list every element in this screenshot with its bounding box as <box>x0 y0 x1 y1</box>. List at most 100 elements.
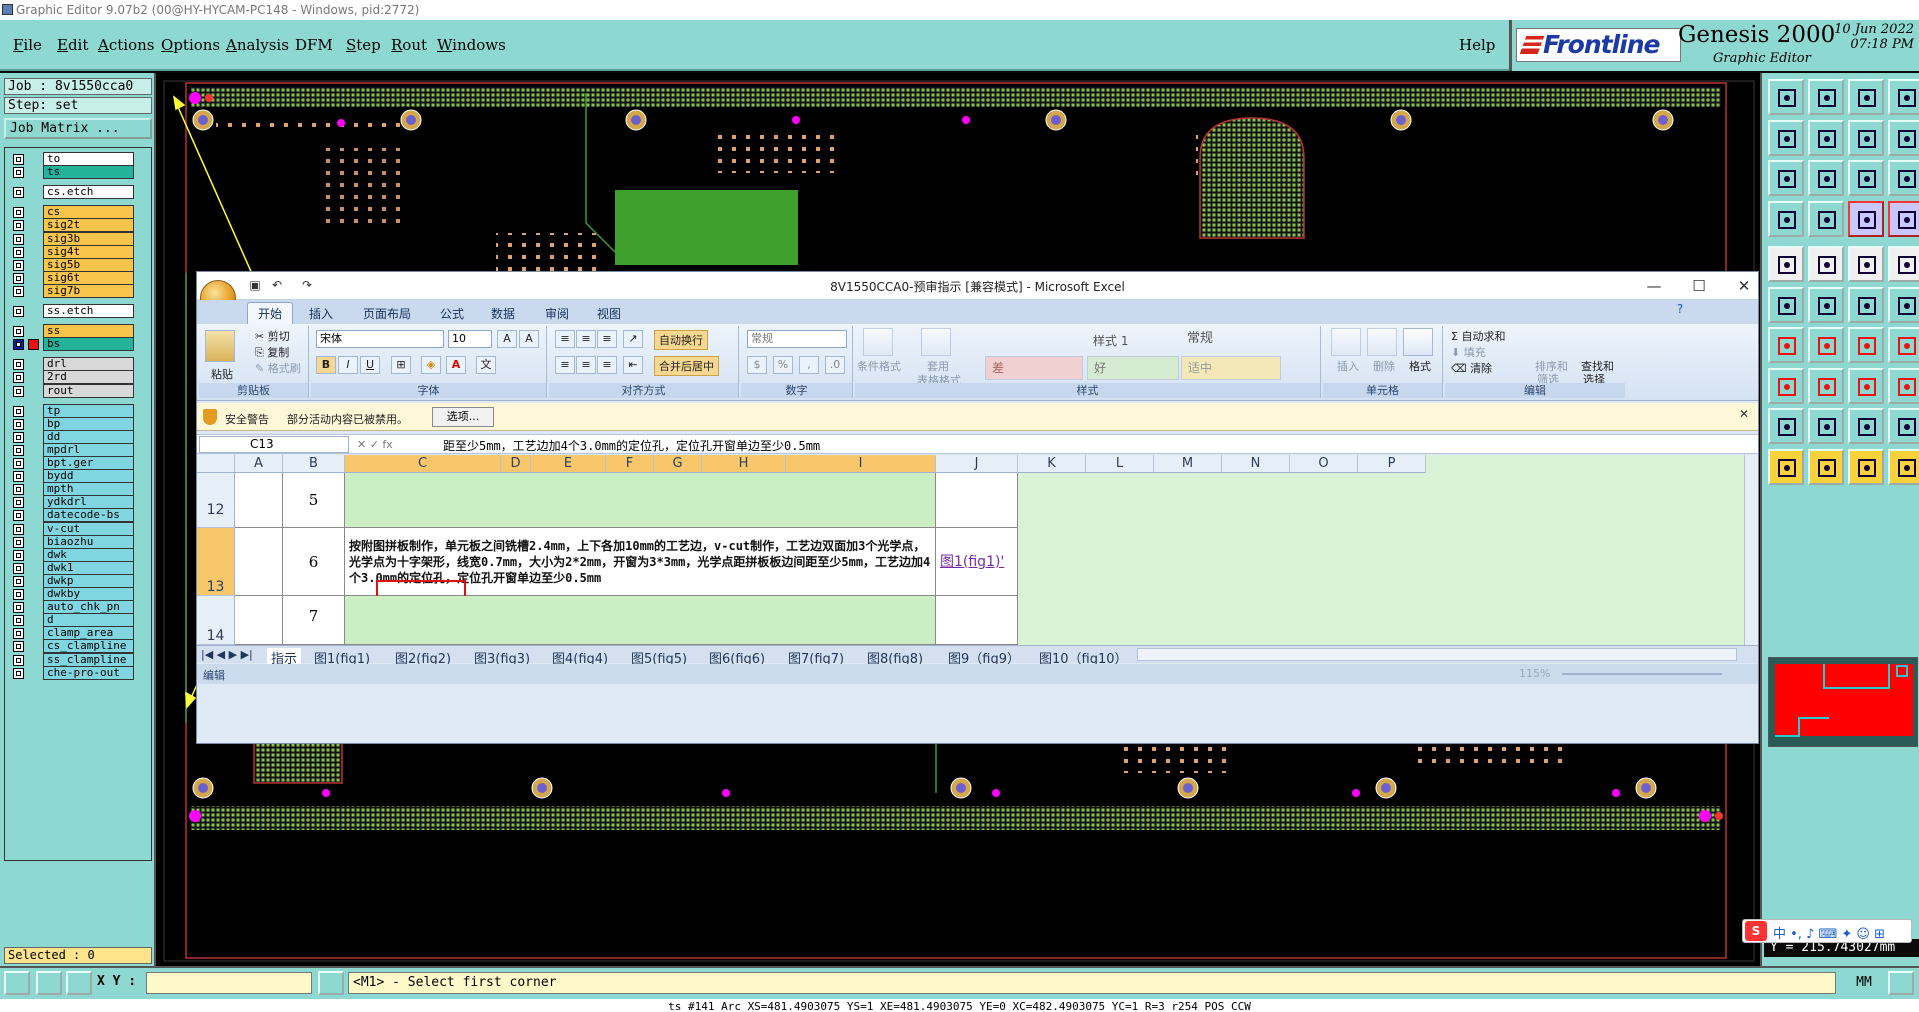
delete-cells-label[interactable]: 删除 <box>1373 358 1395 374</box>
layer-checkbox[interactable] <box>13 575 24 587</box>
style-normal[interactable]: 常规 <box>1181 328 1281 352</box>
align-center-icon[interactable]: ≡ <box>576 356 596 374</box>
measure-icon[interactable] <box>36 971 62 995</box>
tab-data[interactable]: 数据 <box>491 305 515 322</box>
layer-name[interactable]: dwkp <box>43 573 134 588</box>
table-cell[interactable] <box>345 473 936 528</box>
job-matrix-button[interactable]: Job Matrix ... <box>4 118 152 139</box>
layer-checkbox[interactable] <box>13 549 24 561</box>
spreadsheet-grid[interactable]: A B C D E F G H I J K L M N O P 12 5 13 … <box>197 455 1744 645</box>
decimal-icon[interactable]: .0 <box>825 356 845 374</box>
layer-name[interactable]: cs_clampline <box>43 639 134 654</box>
layer-checkbox[interactable] <box>13 444 24 456</box>
help-icon[interactable]: ? <box>1670 302 1690 316</box>
align-top-icon[interactable]: ≡ <box>555 330 575 348</box>
fit-icon[interactable] <box>1848 119 1884 156</box>
align-right-icon[interactable]: ≡ <box>597 356 617 374</box>
layer-checkbox[interactable] <box>13 458 24 469</box>
style-blank[interactable] <box>985 330 1083 354</box>
layer-checkbox[interactable] <box>13 359 24 371</box>
layer-name[interactable]: bs <box>43 337 134 352</box>
layer-checkbox[interactable] <box>13 207 24 219</box>
column-header[interactable]: N <box>1222 455 1290 473</box>
excel-window[interactable]: 8V1550CCA0-预审指示 [兼容模式] - Microsoft Excel… <box>196 271 1759 744</box>
layer-checkbox[interactable] <box>13 306 24 317</box>
currency-icon[interactable]: $ <box>747 356 767 374</box>
clear-button[interactable]: ⌫ 清除 <box>1451 360 1492 376</box>
insert-cells-icon[interactable] <box>1331 328 1361 356</box>
layer-checkbox[interactable] <box>13 167 24 179</box>
route-icon[interactable] <box>1848 286 1884 323</box>
conditional-format-icon[interactable] <box>863 328 893 356</box>
layer-row[interactable]: dwkby <box>7 587 151 601</box>
style-bad[interactable]: 差 <box>985 356 1083 380</box>
layer-row[interactable]: tp <box>7 403 151 418</box>
row-header[interactable]: 12 <box>197 473 235 528</box>
undo-icon[interactable]: ↶ <box>267 278 287 292</box>
line-icon[interactable] <box>1768 327 1804 363</box>
units-toggle[interactable]: MM <box>1843 972 1885 994</box>
menu-analysis[interactable]: Analysis <box>226 36 289 54</box>
layer-name[interactable]: dd <box>43 429 134 444</box>
layer-name[interactable]: sig4t <box>43 244 134 259</box>
layer-checkbox[interactable] <box>13 233 24 245</box>
menu-rout[interactable]: Rout <box>391 36 427 54</box>
column-header[interactable]: I <box>786 455 936 473</box>
circle-icon[interactable] <box>1768 246 1804 282</box>
grow-font-button[interactable]: A <box>497 330 517 348</box>
layer-checkbox[interactable] <box>13 562 24 574</box>
table-cell[interactable]: 6 <box>283 528 345 596</box>
rotate-icon[interactable] <box>1848 327 1884 363</box>
fill-button[interactable]: ⬇ 填充 <box>1451 344 1486 360</box>
layer-checkbox[interactable] <box>13 326 24 338</box>
layer-row[interactable]: mpth <box>7 482 151 497</box>
layer-checkbox[interactable] <box>13 431 24 443</box>
close-button[interactable]: ✕ <box>1734 277 1754 295</box>
font-size-select[interactable]: 10 <box>448 330 492 348</box>
shrink-font-button[interactable]: A <box>519 330 539 348</box>
layer-name[interactable]: ss.etch <box>43 304 134 318</box>
layer-row[interactable]: d <box>7 613 151 628</box>
select-all-corner[interactable] <box>197 455 235 473</box>
layer-name[interactable]: mpth <box>43 482 134 497</box>
redraw-icon[interactable] <box>1888 119 1919 156</box>
layer-row[interactable]: dwk1 <box>7 560 151 575</box>
menu-actions[interactable]: Actions <box>98 36 154 54</box>
bold-button[interactable]: B <box>316 356 336 374</box>
number-format-select[interactable]: 常规 <box>747 330 847 348</box>
segment-icon[interactable] <box>1808 367 1844 404</box>
layer-name[interactable]: d <box>43 613 134 628</box>
dot-icon[interactable] <box>1888 246 1919 282</box>
layer-checkbox[interactable] <box>13 272 24 284</box>
paste-icon[interactable] <box>205 330 235 362</box>
tri-b-icon[interactable] <box>1808 408 1844 444</box>
layer-checkbox[interactable] <box>13 246 24 258</box>
tri-a-icon[interactable] <box>1768 408 1804 444</box>
orientation-icon[interactable]: ↗ <box>623 330 643 348</box>
connect-icon[interactable] <box>1888 286 1919 323</box>
maximize-button[interactable]: ☐ <box>1689 277 1709 295</box>
hyperlink-cell[interactable]: 图1(fig1)' <box>936 528 1018 596</box>
tab-review[interactable]: 审阅 <box>545 305 569 322</box>
insert-cells-label[interactable]: 插入 <box>1337 358 1359 374</box>
layer-name[interactable]: bydd <box>43 469 134 484</box>
fill-color-icon[interactable]: ◈ <box>421 356 441 374</box>
menu-file[interactable]: File <box>13 36 42 54</box>
layer-row[interactable]: bydd <box>7 469 151 484</box>
filter-icon[interactable] <box>1808 200 1844 237</box>
layer-checkbox[interactable] <box>13 339 24 351</box>
layer-name[interactable]: ss_clampline <box>43 652 134 667</box>
pointer-multi-icon[interactable] <box>1888 448 1919 485</box>
zoom-out-icon[interactable] <box>1808 79 1844 115</box>
font-name-select[interactable]: 宋体 <box>316 330 444 348</box>
layer-row[interactable]: cs.etch <box>7 185 151 200</box>
autosum-button[interactable]: Σ 自动求和 <box>1451 328 1505 344</box>
tab-page-layout[interactable]: 页面布局 <box>363 305 411 322</box>
column-header[interactable]: O <box>1290 455 1358 473</box>
column-header[interactable]: L <box>1086 455 1154 473</box>
pointer-move-icon[interactable] <box>1848 448 1884 485</box>
layer-row[interactable]: mpdrl <box>7 442 151 457</box>
format-cells-label[interactable]: 格式 <box>1409 358 1431 374</box>
layer-checkbox[interactable] <box>13 641 24 653</box>
layer-row[interactable]: ss <box>7 324 151 339</box>
